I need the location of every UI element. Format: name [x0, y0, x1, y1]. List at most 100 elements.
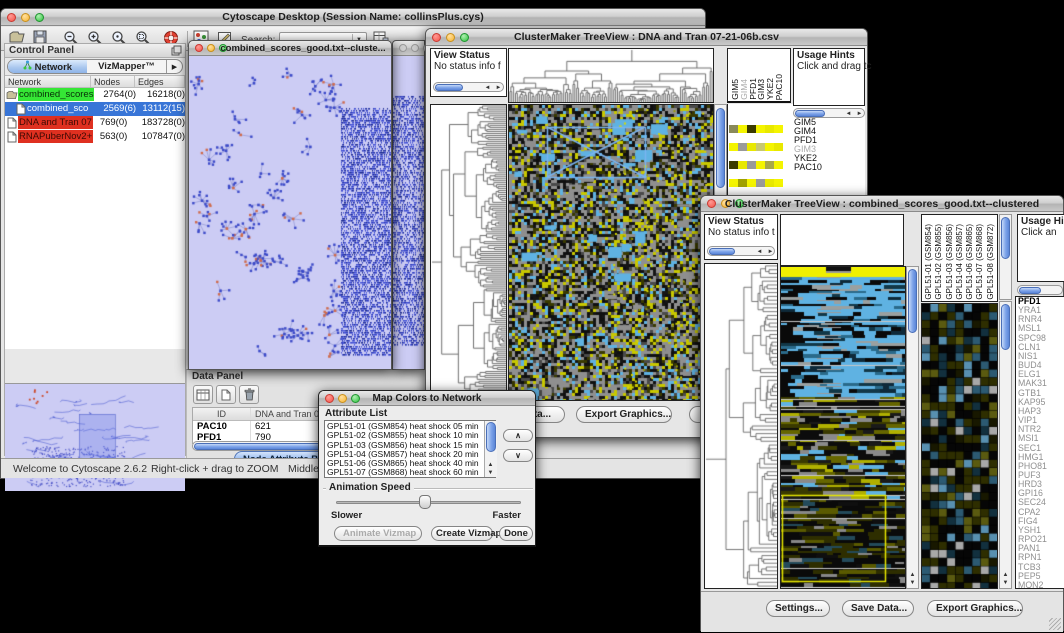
tv2-gene-label[interactable]: GTB1 [1018, 389, 1064, 398]
tv1-matrix-cell[interactable] [738, 125, 747, 133]
tv2-export-graphics-button[interactable]: Export Graphics... [927, 600, 1023, 617]
network-table-row[interactable]: combined_sco2569(6)13112(15) [5, 102, 185, 116]
tv1-matrix-cell[interactable] [747, 179, 756, 187]
tv2-heatmap-vscrollbar[interactable]: ▲▼ [906, 266, 919, 589]
tv1-matrix-cell[interactable] [729, 179, 738, 187]
tv2-gene-label[interactable]: VIP1 [1018, 416, 1064, 425]
attribute-list-item[interactable]: GPL51-03 (GSM856) heat shock 15 min [325, 441, 495, 450]
tv1-row-dendrogram-canvas[interactable] [431, 105, 506, 400]
tv2-gene-label[interactable]: NTR2 [1018, 425, 1064, 434]
tv2-gene-label[interactable]: RNR4 [1018, 315, 1064, 324]
tv2-gene-label[interactable]: PFD1 [1018, 297, 1064, 306]
tv1-matrix-cell[interactable] [765, 179, 774, 187]
tv1-heatmap-canvas[interactable] [509, 105, 713, 400]
tv2-gene-label[interactable]: NIS1 [1018, 352, 1064, 361]
tv2-status-hscrollbar[interactable]: ◄► [707, 246, 775, 256]
tv1-matrix-cell[interactable] [774, 161, 783, 169]
attribute-list-vscrollbar[interactable]: ▲▼ [484, 421, 497, 477]
attribute-list-item[interactable]: GPL51-06 (GSM865) heat shock 40 min [325, 459, 495, 468]
move-up-button[interactable]: ∧ [503, 429, 533, 442]
tv1-summary-matrix[interactable] [729, 120, 783, 168]
tv2-gene-label[interactable]: HRD3 [1018, 480, 1064, 489]
tv1-column-label[interactable]: YKE2 [765, 78, 774, 100]
tv2-gene-label[interactable]: MSI1 [1018, 434, 1064, 443]
network-view-canvas[interactable] [189, 56, 391, 369]
close-button[interactable] [399, 44, 407, 52]
tv1-column-label[interactable]: GIM3 [756, 79, 765, 100]
tv1-matrix-cell[interactable] [765, 161, 774, 169]
tv1-usage-hscrollbar[interactable]: ◄► [793, 108, 865, 118]
tab-network[interactable]: Network [8, 60, 87, 73]
tv2-gene-label[interactable]: PEP5 [1018, 572, 1064, 581]
done-button[interactable]: Done [499, 526, 533, 541]
tv1-gene-label[interactable]: PFD1 [794, 136, 862, 145]
tv2-gene-label[interactable]: PHO81 [1018, 462, 1064, 471]
float-panel-icon[interactable] [171, 45, 182, 59]
attribute-list-item[interactable]: GPL51-01 (GSM854) heat shock 05 min [325, 422, 495, 431]
tv2-column-label[interactable]: GPL51-06 (GSM865) [965, 224, 975, 300]
attribute-list-item[interactable]: GPL51-02 (GSM855) heat shock 10 min [325, 431, 495, 440]
move-down-button[interactable]: ∨ [503, 449, 533, 462]
tv1-matrix-cell[interactable] [747, 143, 756, 151]
tv2-gene-label[interactable]: MON2 [1018, 581, 1064, 590]
tv2-column-label[interactable]: GPL51-01 (GSM854) [924, 224, 934, 300]
tv1-matrix-cell[interactable] [756, 179, 765, 187]
tv1-matrix-cell[interactable] [756, 125, 765, 133]
tv1-matrix-cell[interactable] [765, 125, 774, 133]
tv2-gene-label[interactable]: CPA2 [1018, 508, 1064, 517]
tv2-gene-label[interactable]: SPC98 [1018, 334, 1064, 343]
network-table-row[interactable]: DNA and Tran 07769(0)183728(0) [5, 116, 185, 130]
tv2-usage-hscrollbar[interactable] [1017, 285, 1063, 295]
tv1-gene-label[interactable]: GIM5 [794, 118, 862, 127]
attribute-list-item[interactable]: GPL51-04 (GSM857) heat shock 20 min [325, 450, 495, 459]
tv2-gene-label[interactable]: MAK31 [1018, 379, 1064, 388]
tv2-gene-label[interactable]: KAP95 [1018, 398, 1064, 407]
tv2-gene-label[interactable]: FIG4 [1018, 517, 1064, 526]
tv2-gene-label[interactable]: SEC24 [1018, 498, 1064, 507]
select-attributes-icon[interactable] [193, 385, 213, 404]
tv1-matrix-cell[interactable] [738, 143, 747, 151]
new-attribute-icon[interactable] [216, 385, 236, 404]
tv1-matrix-cell[interactable] [729, 161, 738, 169]
tv1-matrix-cell[interactable] [738, 161, 747, 169]
minimize-button[interactable] [207, 44, 215, 52]
tv2-gene-label[interactable]: ELG1 [1018, 370, 1064, 379]
tv1-gene-label[interactable]: YKE2 [794, 154, 862, 163]
tv1-column-label[interactable]: PAC10 [774, 74, 783, 100]
minimize-button[interactable] [411, 44, 419, 52]
tv2-gene-label[interactable]: RPO21 [1018, 535, 1064, 544]
dialog-titlebar[interactable]: Map Colors to Network [319, 391, 535, 406]
tv2-column-label[interactable]: GPL51-02 (GSM855) [934, 224, 944, 300]
tv2-column-label[interactable]: GPL51-07 (GSM868) [975, 224, 985, 300]
tv2-gene-label[interactable]: SEC1 [1018, 444, 1064, 453]
tv1-matrix-cell[interactable] [765, 143, 774, 151]
tv2-gene-label[interactable]: CLN1 [1018, 343, 1064, 352]
tv1-matrix-cell[interactable] [729, 125, 738, 133]
tv2-gene-label[interactable]: HMG1 [1018, 453, 1064, 462]
tv2-gene-label[interactable]: YRA1 [1018, 306, 1064, 315]
tv1-matrix-cell[interactable] [774, 143, 783, 151]
tv1-matrix-cell[interactable] [756, 161, 765, 169]
tv2-labels-vscrollbar[interactable] [999, 214, 1012, 300]
tv2-gene-label[interactable]: BUD4 [1018, 361, 1064, 370]
tv1-gene-label[interactable]: PAC10 [794, 163, 862, 172]
tab-overflow-button[interactable]: ▶ [166, 60, 182, 73]
tv1-matrix-cell[interactable] [729, 143, 738, 151]
network-table-row[interactable]: RNAPuberNov2+563(0)107847(0) [5, 130, 185, 144]
network-table-row[interactable]: combined_scores2764(0)16218(0) [5, 88, 185, 102]
tv2-gene-label[interactable]: PAN1 [1018, 544, 1064, 553]
tv2-column-label[interactable]: GPL51-04 (GSM857) [955, 224, 965, 300]
tv1-matrix-cell[interactable] [774, 179, 783, 187]
network-window-titlebar[interactable]: combined_scores_good.txt--cluste... [189, 41, 391, 56]
tv1-column-label[interactable]: GIM5 [730, 79, 739, 100]
tv2-gene-label[interactable]: YSH1 [1018, 526, 1064, 535]
tv1-matrix-cell[interactable] [774, 125, 783, 133]
tv2-zoom-heatmap-canvas[interactable] [922, 304, 997, 588]
close-button[interactable] [195, 44, 203, 52]
tv1-gene-label[interactable]: GIM3 [794, 145, 862, 154]
tv2-save-data-button[interactable]: Save Data... [842, 600, 914, 617]
tv2-gene-label[interactable]: TCB3 [1018, 563, 1064, 572]
treeview2-titlebar[interactable]: ClusterMaker TreeView : combined_scores_… [701, 196, 1063, 212]
tv1-matrix-cell[interactable] [747, 125, 756, 133]
tv2-heatmap-canvas[interactable] [781, 267, 905, 588]
